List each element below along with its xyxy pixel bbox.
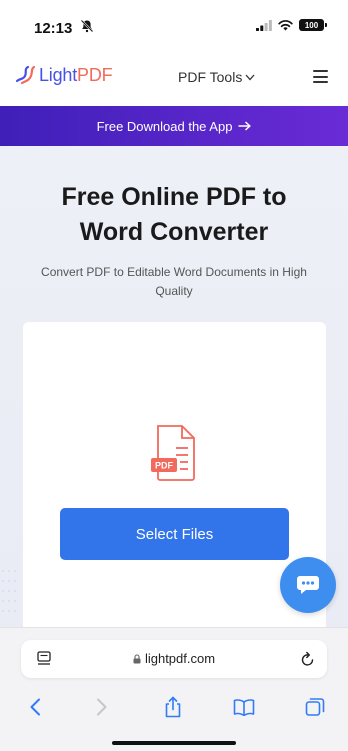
logo-text-light: Light	[39, 64, 78, 85]
download-app-banner[interactable]: Free Download the App	[0, 106, 348, 146]
logo-text-pdf: PDF	[77, 64, 113, 85]
share-icon	[165, 696, 181, 718]
back-button[interactable]	[20, 692, 50, 722]
signal-icon	[256, 19, 272, 31]
wifi-icon	[278, 20, 293, 31]
home-indicator	[112, 741, 236, 745]
chat-icon	[297, 576, 319, 594]
lock-icon	[133, 654, 141, 664]
bookmarks-button[interactable]	[229, 692, 259, 722]
chat-button[interactable]	[280, 557, 336, 613]
pdf-file-icon: PDF	[151, 425, 195, 481]
page-title-line2: Word Converter	[79, 218, 269, 246]
pdf-badge-text: PDF	[155, 461, 174, 471]
tabs-button[interactable]	[300, 692, 330, 722]
page-subtitle: Convert PDF to Editable Word Documents i…	[41, 265, 307, 298]
forward-button[interactable]	[87, 692, 117, 722]
bookmarks-icon	[233, 699, 255, 716]
hamburger-icon[interactable]	[313, 70, 328, 83]
pdf-tools-label: PDF Tools	[178, 69, 243, 85]
chevron-down-icon	[245, 74, 255, 80]
site-header: LightPDF PDF Tools	[0, 48, 348, 106]
browser-toolbar: lightpdf.com	[0, 627, 348, 751]
arrow-right-icon	[238, 121, 252, 131]
reload-icon[interactable]	[300, 651, 315, 667]
pdf-tools-menu[interactable]: PDF Tools	[178, 69, 255, 85]
share-button[interactable]	[158, 692, 188, 722]
status-indicators: 100	[256, 19, 327, 31]
url-display: lightpdf.com	[21, 651, 327, 666]
logo[interactable]: LightPDF	[14, 64, 113, 86]
forward-icon	[97, 698, 107, 716]
dots-decoration	[2, 570, 16, 612]
url-text: lightpdf.com	[144, 651, 216, 666]
select-files-button[interactable]: Select Files	[60, 508, 289, 560]
address-bar[interactable]: lightpdf.com	[21, 640, 327, 678]
tabs-icon	[305, 698, 325, 716]
page-title-line1: Free Online PDF to	[61, 183, 287, 211]
logo-text: LightPDF	[39, 64, 113, 86]
browser-nav-row	[0, 692, 348, 722]
logo-icon	[15, 65, 36, 85]
status-time: 12:13	[34, 20, 73, 37]
back-icon	[30, 698, 40, 716]
bell-slash-icon	[80, 19, 94, 33]
battery-icon: 100	[299, 19, 327, 31]
download-app-label: Free Download the App	[96, 118, 233, 134]
page-title: Free Online PDF to Word Converter	[0, 180, 348, 250]
status-bar: 12:13 100	[0, 0, 348, 48]
